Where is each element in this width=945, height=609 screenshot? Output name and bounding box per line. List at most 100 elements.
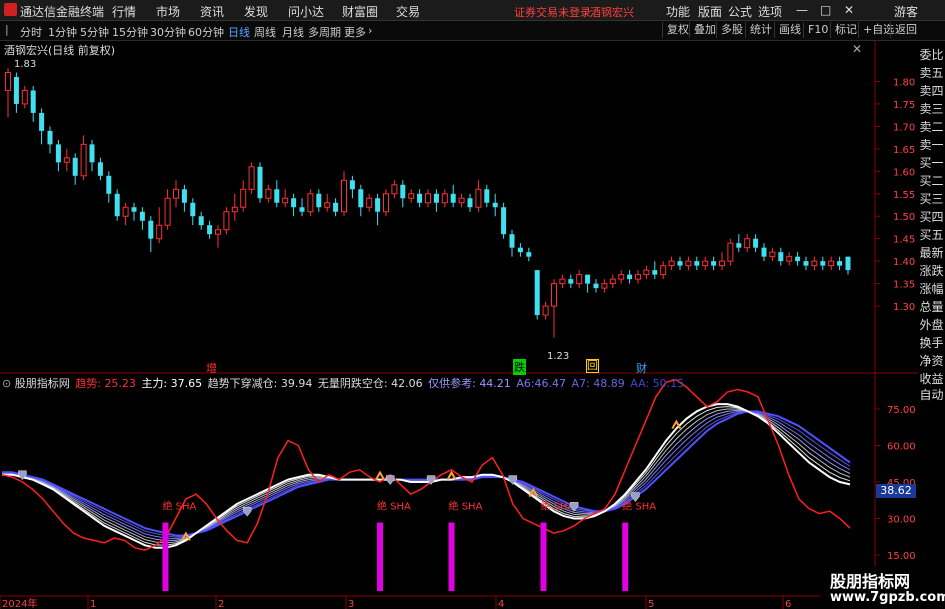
low-price-label: 1.23 [547,351,570,362]
candle-body [106,175,112,194]
candle-body [198,216,204,226]
restore-icon[interactable]: □ [820,3,831,17]
candle-body [652,270,658,275]
candle-body [719,260,725,267]
price-tick-label: 1.80 [893,77,915,88]
menu-discover[interactable]: 发现 [244,3,268,20]
indicator-tick-label: 30.00 [887,515,916,526]
menu-layout[interactable]: 版面 [698,3,722,20]
period-tab-multi[interactable]: 多周期 [308,24,341,40]
menu-news[interactable]: 资讯 [200,3,224,20]
side-item-change[interactable]: 涨跌 [918,262,945,279]
period-tab-daily[interactable]: 日线 [228,24,250,40]
candle-body [375,198,381,212]
indicator-name[interactable]: 股朋指标网 [15,377,70,390]
indicator-settings-icon[interactable]: ⊙ [2,377,11,390]
side-item-buy2[interactable]: 买二 [918,172,945,189]
button-back[interactable]: 返回 [890,22,921,38]
chevron-right-icon[interactable]: › [368,24,372,37]
chart-settings-icon[interactable]: ✕ [852,42,862,56]
candle-body [585,274,591,284]
candle-body [795,256,801,262]
candle-body [333,202,339,212]
side-item-outer[interactable]: 外盘 [918,316,945,333]
candle-body [526,252,532,257]
guest-label[interactable]: 游客 [894,3,918,20]
candle-body [417,193,423,203]
side-item-buy4[interactable]: 买四 [918,208,945,225]
menu-trade[interactable]: 交易 [396,3,420,20]
side-item-earnings[interactable]: 收益 [918,370,945,387]
price-tick-label: 1.35 [893,280,915,291]
candle-body [576,274,583,285]
side-item-latest[interactable]: 最新 [918,244,945,261]
menu-options[interactable]: 选项 [758,3,782,20]
auto-label[interactable]: 自动 [918,386,945,403]
side-item-sell2[interactable]: 卖二 [918,118,945,135]
side-item-sell4[interactable]: 卖四 [918,82,945,99]
candle-body [828,260,835,267]
candle-body [627,274,633,280]
sha-signal-bar [540,522,547,591]
side-item-buy3[interactable]: 买三 [918,190,945,207]
trade-login-notice[interactable]: 证券交易未登录 [514,4,591,20]
stock-name-link[interactable]: 酒钢宏兴 [590,4,634,20]
menu-function[interactable]: 功能 [666,3,690,20]
button-multi-stock[interactable]: 多股 [716,22,747,38]
side-item-sell3[interactable]: 卖三 [918,100,945,117]
button-f10[interactable]: F10 [803,22,832,38]
indicator-slow-line [2,410,851,537]
period-tab-intraday[interactable]: 分时 [20,24,42,40]
period-tab-60min[interactable]: 60分钟 [188,24,224,40]
price-tick-label: 1.75 [893,100,915,111]
side-item-buy1[interactable]: 买一 [918,154,945,171]
period-tab-30min[interactable]: 30分钟 [150,24,186,40]
candle-body [122,206,129,217]
sha-signal-bar [162,522,169,591]
toolbar-left-arrow-icon[interactable]: | [5,23,9,36]
indicator-legend: ⊙ 股朋指标网 趋势: 25.23 主力: 37.65 趋势下穿减仓: 39.9… [2,375,684,391]
button-draw[interactable]: 画线 [774,22,805,38]
legend-a7: A7: 48.89 [571,377,625,390]
kline-chart[interactable]: 1.80 1.75 1.70 1.65 1.60 1.55 1.50 1.45 1.40 1.35… [0,41,918,609]
candle-body [643,269,650,276]
menu-fortune[interactable]: 财富圈 [342,3,378,20]
side-item-turnover[interactable]: 换手 [918,334,945,351]
button-stats[interactable]: 统计 [745,22,776,38]
side-item-sell1[interactable]: 卖一 [918,136,945,153]
candle-body [837,261,843,266]
side-item-volume[interactable]: 总量 [918,298,945,315]
candle-body [433,193,439,203]
minimize-icon[interactable]: — [796,3,808,17]
watermark: 股朋指标网 www.7gpzb.com [820,566,945,609]
menu-markets[interactable]: 市场 [156,3,180,20]
button-mark[interactable]: 标记 [830,22,861,38]
marker-zeng: 增 [206,362,217,375]
side-item-sell5[interactable]: 卖五 [918,64,945,81]
menu-market[interactable]: 行情 [112,3,136,20]
sha-signal-label: 绝 SHA [377,500,411,513]
buy-arrow-marker [375,470,385,481]
close-icon[interactable]: ✕ [844,3,854,17]
buy-arrow-marker [446,470,457,481]
side-item-change-pct[interactable]: 涨幅 [918,280,945,297]
period-tab-15min[interactable]: 15分钟 [112,24,148,40]
menu-formula[interactable]: 公式 [728,3,752,20]
candle-body [240,188,247,208]
legend-a6: A6:46.47 [516,377,567,390]
candle-body [265,188,272,199]
date-tick-label: 3 [348,599,354,609]
candle-body [711,261,717,266]
period-tab-monthly[interactable]: 月线 [282,24,304,40]
period-tab-more[interactable]: 更多 [344,24,366,40]
period-tab-weekly[interactable]: 周线 [254,24,276,40]
side-item-buy5[interactable]: 买五 [918,226,945,243]
period-tab-5min[interactable]: 5分钟 [80,24,109,40]
side-item-weibi[interactable]: 委比 [918,46,945,63]
candle-body [408,193,415,199]
menu-wenxiaoda[interactable]: 问小达 [288,3,324,20]
shield-marker [385,475,395,485]
side-item-net-assets[interactable]: 净资 [918,352,945,369]
candle-body [618,274,625,280]
period-tab-1min[interactable]: 1分钟 [48,24,77,40]
